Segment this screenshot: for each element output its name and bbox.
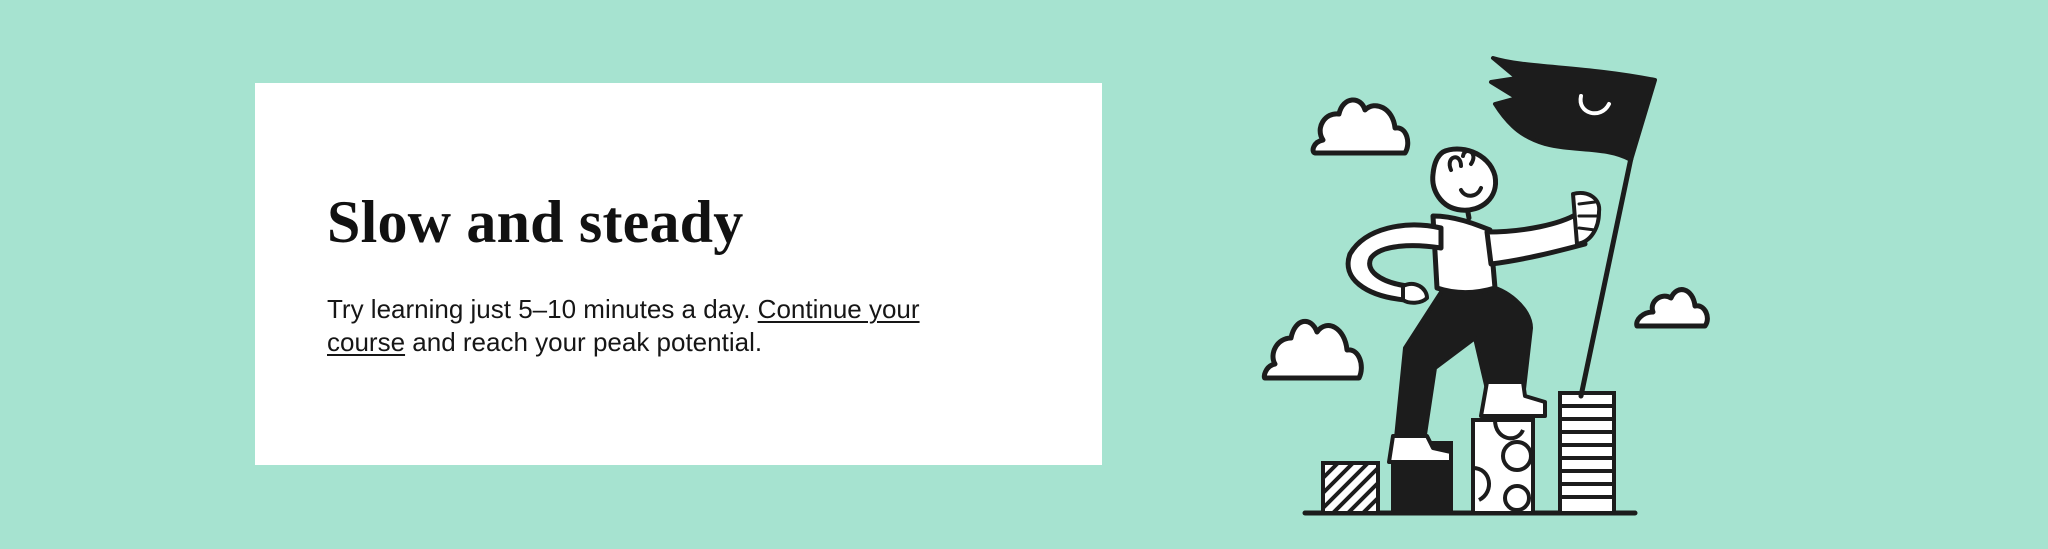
person-shoe xyxy=(1387,434,1453,464)
striped-block xyxy=(1558,391,1616,515)
promo-body-text: Try learning just 5–10 minutes a day. xyxy=(327,294,758,324)
cloud-icon xyxy=(1261,319,1364,381)
person-arm-right xyxy=(1484,211,1588,267)
person-with-flag-on-blocks-illustration xyxy=(1261,56,1710,516)
flag-icon xyxy=(1489,56,1657,162)
promo-title: Slow and steady xyxy=(327,189,744,255)
hatched-block xyxy=(1321,461,1380,515)
person-arm-left xyxy=(1345,222,1444,303)
person-head xyxy=(1430,146,1499,213)
person-hand-left xyxy=(1401,281,1429,305)
promo-card: Slow and steady Try learning just 5–10 m… xyxy=(255,83,1102,465)
promo-body: Try learning just 5–10 minutes a day. Co… xyxy=(327,293,947,359)
cloud-icon xyxy=(1634,287,1710,329)
person-shoe xyxy=(1479,380,1547,418)
promo-body-text-end: and reach your peak potential. xyxy=(405,327,763,357)
cloud-icon xyxy=(1310,97,1411,156)
circle-pattern-block xyxy=(1471,418,1535,515)
